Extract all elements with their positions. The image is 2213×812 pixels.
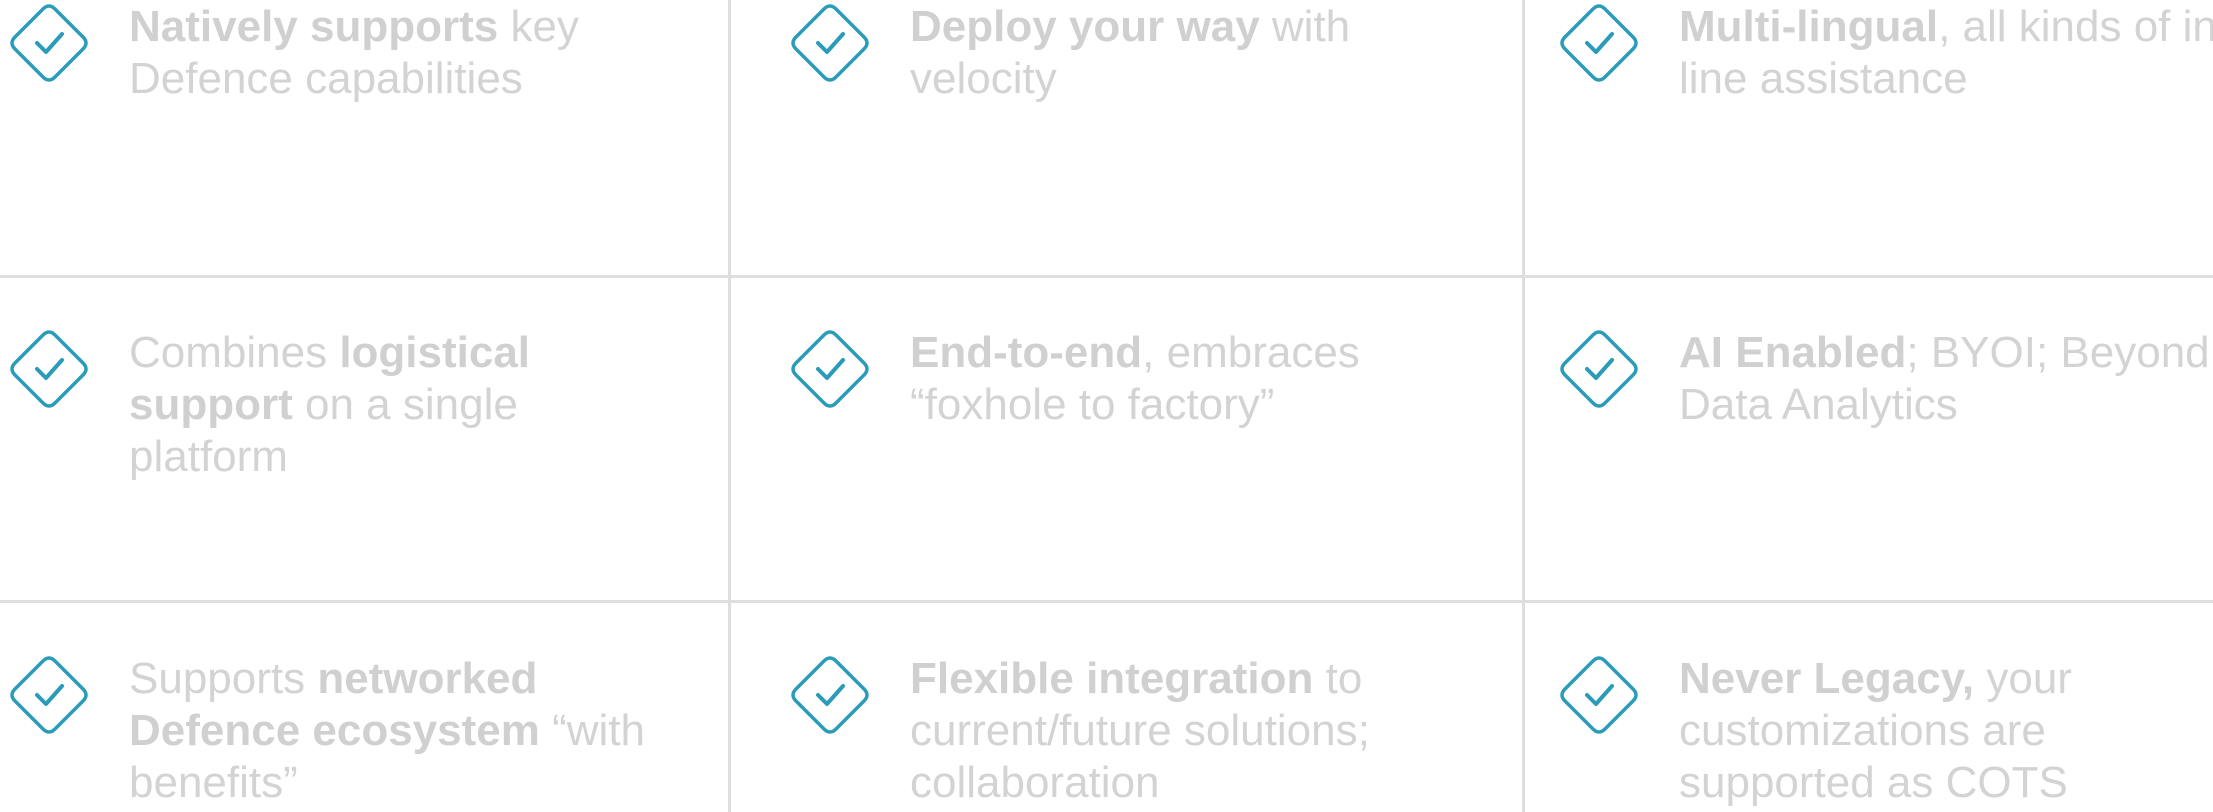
feature-cell: Multi-lingual, all kinds of in-line assi… — [1557, 1, 2213, 105]
check-diamond-icon — [1557, 327, 1641, 411]
feature-text: Natively supports key Defence capabiliti… — [129, 2, 579, 103]
feature-text: Deploy your way with velocity — [910, 2, 1351, 103]
feature-cell: Combines logistical support on a single … — [7, 327, 649, 483]
feature-cell: End-to-end, embraces “foxhole to factory… — [788, 327, 1430, 431]
check-diamond-icon — [7, 327, 91, 411]
feature-grid: Natively supports key Defence capabiliti… — [0, 0, 2213, 812]
feature-text: AI Enabled; BYOI; Beyond Data Analytics — [1679, 328, 2210, 429]
check-diamond-icon — [1557, 1, 1641, 85]
feature-cell: Natively supports key Defence capabiliti… — [7, 1, 649, 105]
check-diamond-icon — [788, 327, 872, 411]
feature-text: Supports networked Defence ecosystem “wi… — [129, 654, 646, 807]
column-divider — [728, 0, 731, 812]
feature-text: End-to-end, embraces “foxhole to factory… — [910, 328, 1360, 429]
check-diamond-icon — [7, 1, 91, 85]
feature-text: Never Legacy, your customizations are su… — [1679, 654, 2072, 807]
check-diamond-icon — [1557, 653, 1641, 737]
check-diamond-icon — [788, 653, 872, 737]
row-divider — [0, 600, 2213, 603]
feature-cell: Supports networked Defence ecosystem “wi… — [7, 653, 649, 809]
feature-text: Combines logistical support on a single … — [129, 328, 531, 481]
feature-cell: Never Legacy, your customizations are su… — [1557, 653, 2199, 809]
check-diamond-icon — [788, 1, 872, 85]
feature-cell: AI Enabled; BYOI; Beyond Data Analytics — [1557, 327, 2213, 431]
column-divider — [1522, 0, 1525, 812]
row-divider — [0, 275, 2213, 278]
feature-text: Multi-lingual, all kinds of in-line assi… — [1679, 2, 2213, 103]
feature-cell: Flexible integration to current/future s… — [788, 653, 1430, 809]
feature-text: Flexible integration to current/future s… — [910, 654, 1370, 807]
feature-cell: Deploy your way with velocity — [788, 1, 1430, 105]
check-diamond-icon — [7, 653, 91, 737]
